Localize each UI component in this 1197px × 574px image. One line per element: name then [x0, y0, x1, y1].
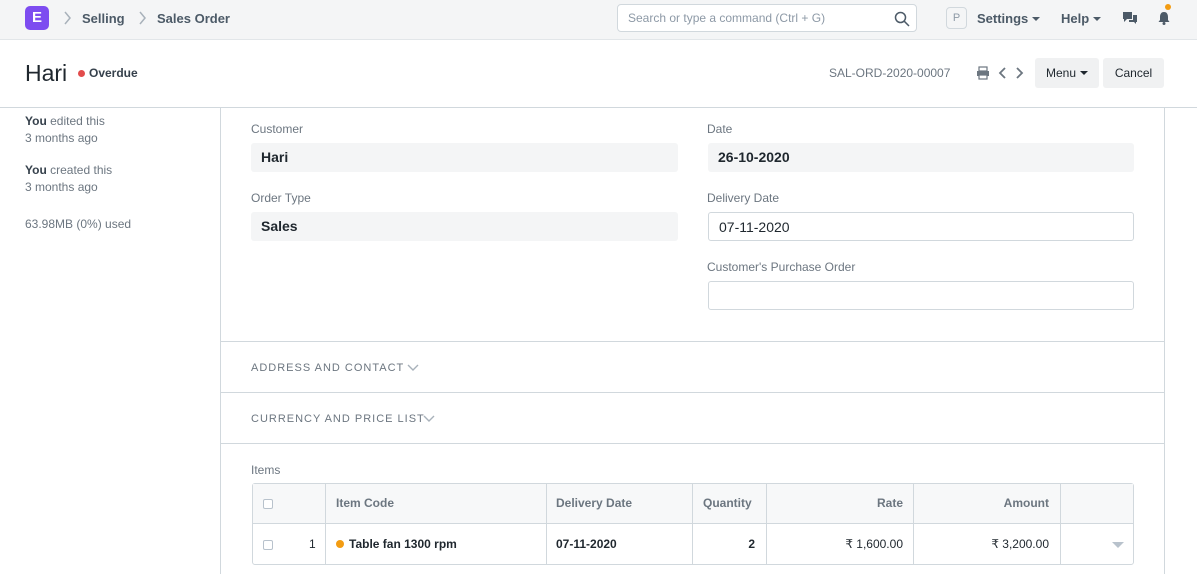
- navbar: E Selling Sales Order Search or type a c…: [0, 0, 1197, 40]
- edited-time: 3 months ago: [25, 131, 98, 145]
- section-divider: [221, 341, 1164, 342]
- section-divider: [221, 392, 1164, 393]
- settings-dropdown[interactable]: Settings: [977, 11, 1041, 26]
- customer-field[interactable]: Hari: [251, 143, 678, 172]
- purchase-order-input[interactable]: [708, 281, 1134, 310]
- created-time: 3 months ago: [25, 180, 98, 194]
- breadcrumb-sales-order[interactable]: Sales Order: [157, 11, 230, 26]
- amount-cell[interactable]: ₹ 3,200.00: [933, 537, 1049, 551]
- column-divider: [766, 484, 767, 564]
- search-placeholder: Search or type a command (Ctrl + G): [628, 11, 826, 25]
- delivery-date-input[interactable]: 07-11-2020: [708, 212, 1134, 241]
- sidebar: You edited this 3 months ago You created…: [0, 108, 220, 574]
- page-title: Hari: [25, 60, 68, 86]
- next-doc-icon[interactable]: [1012, 66, 1026, 80]
- print-icon[interactable]: [976, 66, 990, 80]
- column-rate[interactable]: Rate: [813, 496, 903, 510]
- quantity-cell[interactable]: 2: [703, 537, 755, 551]
- section-divider: [221, 443, 1164, 444]
- rate-cell[interactable]: ₹ 1,600.00: [793, 537, 903, 551]
- section-currency-price-list[interactable]: CURRENCY AND PRICE LIST: [251, 413, 425, 425]
- delivery-date-cell[interactable]: 07-11-2020: [556, 537, 617, 551]
- timeline-edited: You edited this: [25, 114, 105, 128]
- select-all-checkbox[interactable]: [263, 499, 273, 509]
- item-status-dot: [336, 540, 344, 548]
- row-index: 1: [309, 537, 316, 551]
- chat-icon[interactable]: [1122, 10, 1138, 26]
- date-label: Date: [707, 122, 733, 136]
- app-logo[interactable]: E: [25, 6, 49, 30]
- purchase-order-label: Customer's Purchase Order: [707, 260, 856, 274]
- status-indicator-dot: [78, 70, 85, 77]
- section-address-contact[interactable]: ADDRESS AND CONTACT: [251, 362, 404, 374]
- items-table: Item Code Delivery Date Quantity Rate Am…: [252, 483, 1134, 565]
- menu-button-label: Menu: [1045, 66, 1077, 80]
- row-checkbox[interactable]: [263, 540, 273, 550]
- column-divider: [546, 484, 547, 564]
- help-label: Help: [1061, 11, 1090, 26]
- edited-text: edited this: [50, 114, 105, 128]
- form-main: Customer Hari Date 26-10-2020 Order Type…: [220, 108, 1165, 574]
- breadcrumb-selling[interactable]: Selling: [82, 11, 125, 26]
- notification-indicator: [1165, 4, 1171, 10]
- search-icon[interactable]: [894, 11, 910, 27]
- column-delivery-date[interactable]: Delivery Date: [556, 496, 632, 510]
- chevron-right-icon: [138, 11, 147, 25]
- help-dropdown[interactable]: Help: [1061, 11, 1102, 26]
- previous-doc-icon[interactable]: [996, 66, 1010, 80]
- column-divider: [1060, 484, 1061, 564]
- date-field[interactable]: 26-10-2020: [708, 143, 1134, 172]
- timeline-created: You created this: [25, 163, 112, 177]
- items-label: Items: [251, 463, 281, 477]
- chevron-down-icon[interactable]: [423, 415, 435, 423]
- column-divider: [692, 484, 693, 564]
- row-edit-caret-icon[interactable]: [1112, 542, 1124, 548]
- created-text: created this: [50, 163, 113, 177]
- cancel-button[interactable]: Cancel: [1103, 58, 1164, 88]
- column-divider: [325, 484, 326, 564]
- item-code-cell[interactable]: Table fan 1300 rpm: [349, 537, 457, 551]
- column-item-code[interactable]: Item Code: [336, 496, 394, 510]
- page-header: Hari Overdue SAL-ORD-2020-00007 Menu Can…: [0, 40, 1197, 108]
- caret-down-icon: [1080, 70, 1089, 75]
- created-actor: You: [25, 163, 47, 177]
- search-input[interactable]: Search or type a command (Ctrl + G): [617, 4, 917, 32]
- storage-usage: 63.98MB (0%) used: [25, 217, 132, 231]
- caret-down-icon: [1093, 16, 1102, 21]
- caret-down-icon: [1032, 16, 1041, 21]
- column-divider: [913, 484, 914, 564]
- document-name: SAL-ORD-2020-00007: [829, 66, 951, 80]
- chevron-right-icon: [63, 11, 72, 25]
- user-avatar[interactable]: P: [946, 7, 967, 29]
- order-type-label: Order Type: [251, 191, 311, 205]
- menu-button[interactable]: Menu: [1035, 58, 1099, 88]
- settings-label: Settings: [977, 11, 1029, 26]
- column-amount[interactable]: Amount: [953, 496, 1049, 510]
- customer-label: Customer: [251, 122, 304, 136]
- delivery-date-label: Delivery Date: [707, 191, 780, 205]
- column-quantity[interactable]: Quantity: [703, 496, 752, 510]
- bell-icon[interactable]: [1156, 10, 1172, 26]
- order-type-field[interactable]: Sales: [251, 212, 678, 241]
- edited-actor: You: [25, 114, 47, 128]
- status-badge: Overdue: [89, 66, 138, 80]
- chevron-down-icon[interactable]: [407, 364, 419, 372]
